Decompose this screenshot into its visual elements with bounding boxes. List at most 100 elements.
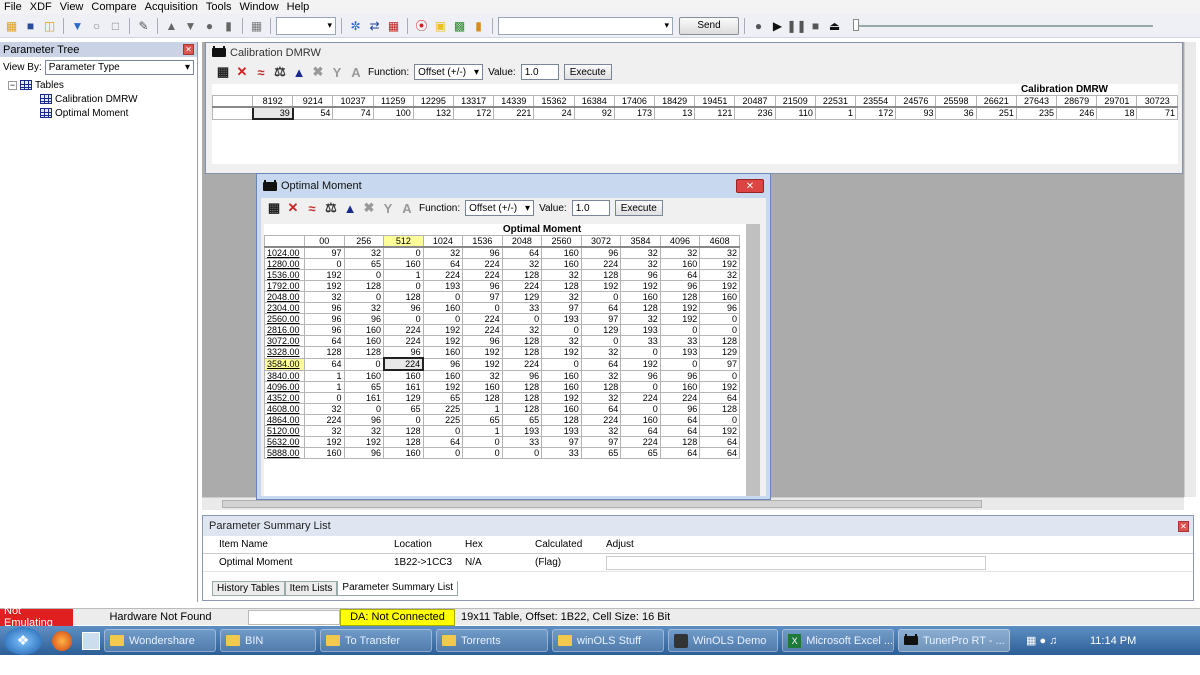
table-cell[interactable]: 192: [304, 436, 345, 448]
column-header[interactable]: 18429: [654, 95, 696, 108]
table-cell[interactable]: 97: [699, 357, 740, 371]
table-cell[interactable]: 32: [541, 291, 582, 303]
table-cell[interactable]: 32: [580, 369, 622, 382]
table-cell[interactable]: 0: [383, 414, 424, 426]
table-cell[interactable]: 64: [659, 269, 701, 281]
table-cell[interactable]: 96: [304, 302, 345, 314]
table-cell[interactable]: 0: [620, 381, 661, 393]
graph-icon[interactable]: ≈: [254, 65, 268, 80]
row-header[interactable]: 2560.00: [264, 313, 305, 325]
table-cell[interactable]: 96: [462, 246, 503, 259]
row-header[interactable]: 1536.00: [264, 269, 305, 281]
tab-history-tables[interactable]: History Tables: [212, 581, 285, 596]
table-cell[interactable]: 64: [501, 246, 543, 259]
table-cell[interactable]: 0: [620, 346, 661, 359]
delete-icon[interactable]: ✕: [286, 200, 300, 216]
row-header[interactable]: 2048.00: [264, 291, 305, 303]
table-cell[interactable]: 96: [620, 269, 661, 281]
column-header[interactable]: 512: [383, 235, 424, 248]
table-cell[interactable]: 65: [422, 392, 464, 404]
tree-item-optimal-moment[interactable]: Optimal Moment: [0, 106, 197, 120]
table-cell[interactable]: 129: [383, 392, 424, 404]
task-tunerpro[interactable]: TunerPro RT - ...: [898, 629, 1010, 652]
table-cell[interactable]: 160: [462, 381, 503, 393]
table-cell[interactable]: 13: [654, 106, 696, 120]
table-cell[interactable]: 0: [501, 447, 543, 459]
table-cell[interactable]: 32: [580, 392, 622, 404]
table-cell[interactable]: 193: [659, 346, 701, 359]
table-cell[interactable]: 192: [659, 313, 701, 325]
table-cell[interactable]: 172: [855, 106, 897, 120]
table-cell[interactable]: 96: [343, 313, 385, 325]
row-header[interactable]: 5632.00: [264, 436, 305, 448]
table-cell[interactable]: 173: [613, 106, 656, 120]
column-header[interactable]: 10237: [332, 95, 374, 108]
table-cell[interactable]: 97: [541, 436, 582, 448]
table-cell[interactable]: 192: [422, 381, 464, 393]
table-cell[interactable]: 192: [343, 436, 385, 448]
row-header[interactable]: 4352.00: [264, 392, 305, 404]
table-cell[interactable]: 64: [659, 414, 701, 426]
table-cell[interactable]: 160: [659, 381, 701, 393]
pause-icon[interactable]: ❚❚: [786, 17, 806, 34]
table-cell[interactable]: 96: [383, 346, 424, 359]
table-cell[interactable]: 160: [422, 302, 464, 314]
table-cell[interactable]: 128: [501, 269, 543, 281]
column-header[interactable]: 8192: [251, 95, 294, 108]
collapse-icon[interactable]: −: [8, 80, 17, 90]
table-cell[interactable]: 96: [422, 357, 464, 371]
table-cell[interactable]: 96: [699, 302, 740, 314]
table-cell[interactable]: 0: [501, 313, 543, 325]
table-cell[interactable]: 160: [383, 447, 424, 459]
table-cell[interactable]: 193: [422, 280, 464, 292]
table-cell[interactable]: 160: [343, 335, 385, 347]
table-cell[interactable]: 0: [659, 357, 701, 371]
table-cell[interactable]: 0: [699, 369, 740, 382]
row-header[interactable]: 4864.00: [264, 414, 305, 426]
table-cell[interactable]: 128: [659, 436, 701, 448]
table-cell[interactable]: 224: [501, 280, 543, 292]
table-cell[interactable]: 128: [659, 291, 701, 303]
table-cell[interactable]: 1: [383, 269, 424, 281]
table-cell[interactable]: 128: [462, 392, 503, 404]
table-cell[interactable]: 0: [422, 291, 464, 303]
menu-file[interactable]: File: [0, 1, 26, 13]
table-cell[interactable]: 160: [422, 346, 464, 359]
column-header[interactable]: 25598: [935, 95, 977, 108]
table-cell[interactable]: 33: [659, 335, 701, 347]
table-cell[interactable]: 1: [304, 381, 345, 393]
table-cell[interactable]: 192: [580, 280, 622, 292]
table-cell[interactable]: 18: [1096, 106, 1138, 120]
row-header[interactable]: 2816.00: [264, 324, 305, 336]
playback-slider[interactable]: [853, 18, 1153, 31]
table-cell[interactable]: 128: [383, 291, 424, 303]
column-header[interactable]: 14339: [493, 95, 535, 108]
table-cell[interactable]: 32: [699, 246, 740, 259]
column-header[interactable]: 13317: [453, 95, 495, 108]
row-header[interactable]: 1792.00: [264, 280, 305, 292]
table-cell[interactable]: 0: [580, 335, 622, 347]
blank-icon[interactable]: □: [107, 17, 124, 34]
toolbar-combo-1[interactable]: ▾: [276, 16, 336, 35]
column-header[interactable]: 24576: [895, 95, 937, 108]
table-cell[interactable]: 100: [372, 106, 414, 120]
row-header[interactable]: 3840.00: [264, 369, 305, 382]
table-cell[interactable]: 0: [304, 258, 345, 270]
table-cell[interactable]: 32: [620, 246, 661, 259]
column-header[interactable]: 2048: [501, 235, 543, 248]
value-input[interactable]: 1.0: [571, 200, 610, 216]
compare-icon[interactable]: ▦: [385, 17, 402, 34]
table-cell[interactable]: 39: [251, 106, 294, 120]
table-cell[interactable]: 192: [462, 357, 503, 371]
task-torrents[interactable]: Torrents: [436, 629, 548, 652]
table-cell[interactable]: 32: [659, 246, 701, 259]
table-cell[interactable]: 64: [699, 447, 740, 459]
table-cell[interactable]: 160: [541, 369, 582, 382]
table-cell[interactable]: 24: [533, 106, 575, 120]
column-header[interactable]: 28679: [1056, 95, 1098, 108]
table-cell[interactable]: 0: [304, 392, 345, 404]
fork-icon[interactable]: Y: [330, 65, 344, 80]
balance-icon[interactable]: ⚖: [324, 200, 338, 216]
table-cell[interactable]: 129: [699, 346, 740, 359]
menu-help[interactable]: Help: [283, 1, 314, 13]
